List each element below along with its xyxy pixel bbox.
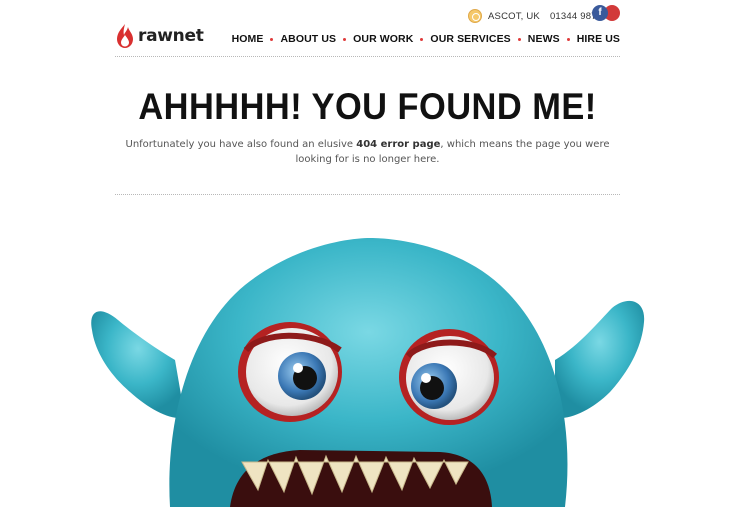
monster-right-arm bbox=[555, 300, 645, 419]
nav-item-home[interactable]: HOME bbox=[232, 33, 264, 45]
nav-separator bbox=[517, 37, 521, 41]
nav-separator bbox=[270, 37, 274, 41]
main-nav: HOME ABOUT US OUR WORK OUR SERVICES NEWS… bbox=[232, 33, 620, 45]
nav-separator bbox=[420, 37, 424, 41]
rawnet-logo[interactable]: rawnet bbox=[115, 22, 204, 50]
content-divider bbox=[115, 194, 620, 195]
header-divider bbox=[115, 56, 620, 57]
nav-separator bbox=[566, 37, 570, 41]
fluffy-monster-illustration bbox=[91, 238, 645, 507]
error-description: Unfortunately you have also found an elu… bbox=[120, 137, 615, 167]
nav-item-hire-us[interactable]: HIRE US bbox=[577, 33, 620, 45]
nav-item-about-us[interactable]: ABOUT US bbox=[280, 33, 336, 45]
globe-icon bbox=[468, 9, 482, 23]
nav-item-our-work[interactable]: OUR WORK bbox=[353, 33, 413, 45]
desc-bold-404: 404 error page bbox=[356, 139, 441, 150]
nav-item-our-services[interactable]: OUR SERVICES bbox=[430, 33, 510, 45]
facebook-icon[interactable]: f bbox=[592, 5, 608, 21]
nav-item-news[interactable]: NEWS bbox=[528, 33, 560, 45]
nav-separator bbox=[343, 37, 347, 41]
page-title: AHHHHH! YOU FOUND ME! bbox=[138, 86, 597, 127]
desc-text-start: Unfortunately you have also found an elu… bbox=[125, 139, 357, 150]
monster-mouth bbox=[230, 450, 492, 507]
flame-logo-icon bbox=[117, 24, 133, 48]
brand-name: rawnet bbox=[138, 26, 204, 46]
social-links: f bbox=[592, 5, 620, 21]
monster-left-arm bbox=[91, 311, 185, 419]
location-text: ASCOT, UK bbox=[488, 10, 540, 22]
